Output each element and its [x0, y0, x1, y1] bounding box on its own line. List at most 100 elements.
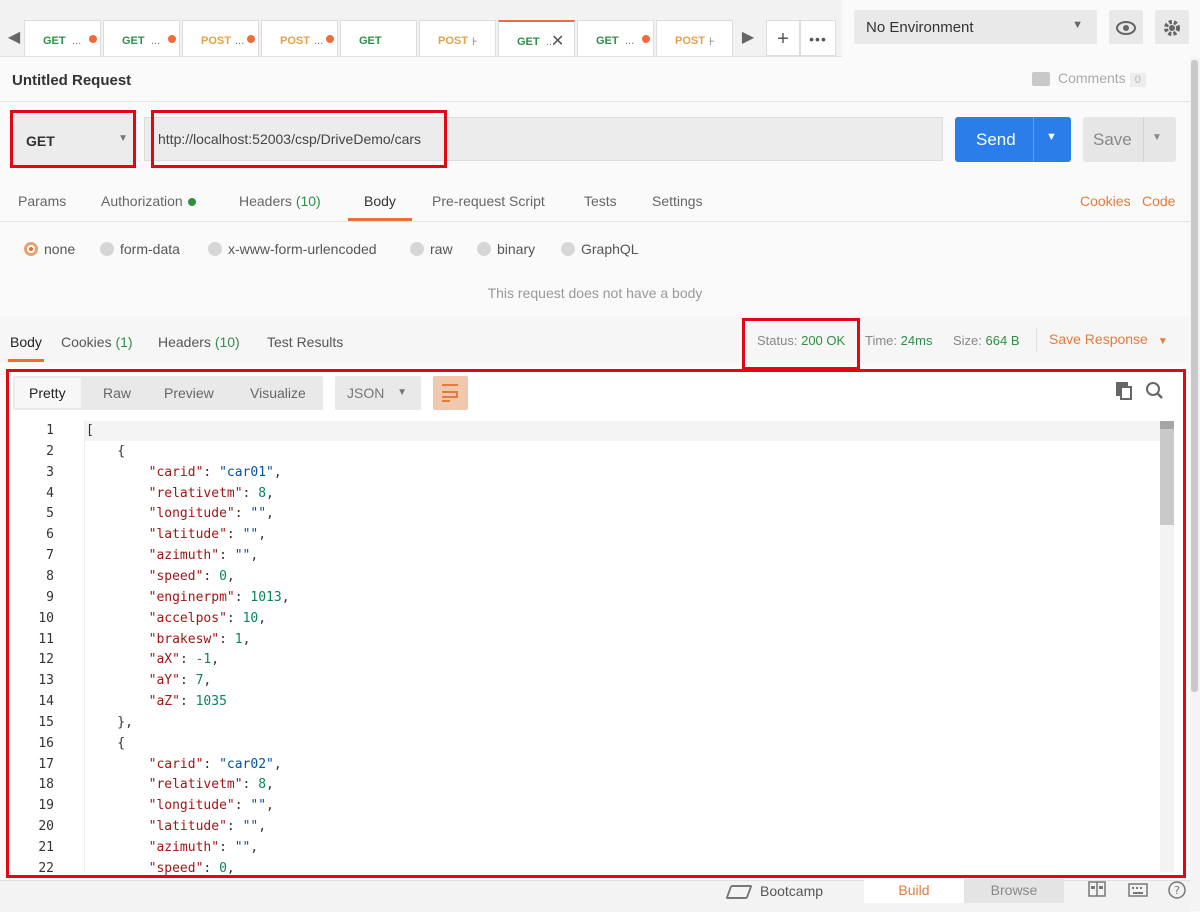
- keyboard-icon[interactable]: [1128, 881, 1148, 901]
- code-line: "latitude": "",: [148, 527, 267, 542]
- scroll-tabs-right-icon[interactable]: ▶: [734, 20, 762, 56]
- close-icon[interactable]: ✕: [551, 31, 564, 51]
- new-tab-button[interactable]: +: [766, 20, 800, 56]
- status-dot-icon: [187, 198, 196, 207]
- tab-prerequest-script[interactable]: Pre-request Script: [432, 193, 545, 209]
- build-mode-button[interactable]: Build: [864, 879, 964, 903]
- line-number: 17: [38, 757, 54, 772]
- code-line: "azimuth": "",: [148, 840, 259, 855]
- save-response-label: Save Response: [1049, 331, 1148, 347]
- graduation-cap-icon: [725, 885, 753, 900]
- code-line: "enginerpm": 1013,: [148, 590, 290, 605]
- request-tab[interactable]: GET...: [103, 20, 180, 56]
- line-number: 16: [38, 736, 54, 751]
- radio-raw[interactable]: raw: [410, 241, 453, 257]
- request-tab[interactable]: GET: [340, 20, 417, 56]
- response-tab-test-results[interactable]: Test Results: [267, 334, 343, 350]
- copy-icon[interactable]: [1120, 386, 1132, 400]
- send-button[interactable]: Send ▼: [955, 117, 1071, 162]
- view-preview[interactable]: Preview: [164, 385, 214, 401]
- code-line: "carid": "car02",: [148, 757, 282, 772]
- response-tab-body[interactable]: Body: [10, 334, 42, 350]
- request-tab[interactable]: POST...: [182, 20, 259, 56]
- radio-urlencoded[interactable]: x-www-form-urlencoded: [208, 241, 377, 257]
- request-title[interactable]: Untitled Request: [12, 72, 131, 89]
- request-tab[interactable]: GET...: [24, 20, 101, 56]
- view-visualize[interactable]: Visualize: [250, 385, 306, 401]
- bootcamp-button[interactable]: Bootcamp: [725, 883, 823, 900]
- code-link[interactable]: Code: [1142, 193, 1175, 209]
- tab-body[interactable]: Body: [364, 193, 396, 209]
- save-response-button[interactable]: Save Response ▼: [1049, 331, 1168, 347]
- radio-form-data[interactable]: form-data: [100, 241, 180, 257]
- code-line: "brakesw": 1,: [148, 632, 251, 647]
- editor-scrollbar-top: [1160, 421, 1174, 429]
- divider: [0, 221, 1190, 222]
- time-label: Time:: [865, 333, 898, 348]
- request-tab[interactable]: POST ⊦: [419, 20, 496, 56]
- line-number: 6: [46, 527, 54, 542]
- save-button[interactable]: Save ▼: [1083, 117, 1176, 162]
- response-tab-cookies[interactable]: Cookies (1): [61, 334, 133, 350]
- eye-icon[interactable]: [1109, 10, 1143, 44]
- line-number: 8: [46, 569, 54, 584]
- comments-button[interactable]: Comments 0: [1032, 70, 1146, 87]
- request-tab-name: ...: [625, 35, 635, 47]
- unsaved-dot-icon: [168, 35, 176, 43]
- request-tab[interactable]: POST ⊦: [656, 20, 733, 56]
- request-tab[interactable]: GET... ✕: [498, 20, 575, 56]
- request-tab[interactable]: POST...: [261, 20, 338, 56]
- help-icon[interactable]: ?: [1168, 881, 1186, 903]
- line-number: 11: [38, 632, 54, 647]
- window-scrollbar-thumb[interactable]: [1191, 60, 1198, 692]
- more-tabs-icon[interactable]: •••: [800, 20, 836, 56]
- method-select[interactable]: GET ▼: [10, 110, 136, 168]
- request-tab[interactable]: GET...: [577, 20, 654, 56]
- wrap-icon: [442, 391, 458, 398]
- radio-graphql[interactable]: GraphQL: [561, 241, 639, 257]
- code-line: "aZ": 1035: [148, 694, 227, 709]
- method-select-value: GET: [26, 133, 55, 149]
- view-pretty[interactable]: Pretty: [29, 385, 66, 401]
- comments-label: Comments: [1058, 70, 1126, 86]
- environment-select[interactable]: No Environment ▼: [854, 10, 1097, 44]
- status-highlight-box: [742, 318, 860, 370]
- time-indicator[interactable]: Time: 24ms: [865, 333, 932, 348]
- radio-binary[interactable]: binary: [477, 241, 535, 257]
- browse-mode-button[interactable]: Browse: [964, 879, 1064, 903]
- chevron-down-icon[interactable]: ▼: [1046, 131, 1057, 143]
- unsaved-dot-icon: [247, 35, 255, 43]
- unsaved-dot-icon: [89, 35, 97, 43]
- size-indicator[interactable]: Size: 664 B: [953, 333, 1020, 348]
- request-tab-method: GET: [43, 35, 66, 47]
- tab-settings[interactable]: Settings: [652, 193, 703, 209]
- tab-authorization[interactable]: Authorization: [101, 193, 196, 209]
- tab-params[interactable]: Params: [18, 193, 66, 209]
- line-number: 5: [46, 506, 54, 521]
- code-line: "speed": 0,: [148, 861, 235, 876]
- code-line: {: [86, 444, 126, 459]
- code-line: "aY": 7,: [148, 673, 212, 688]
- response-tab-cookies-count: (1): [115, 334, 133, 350]
- size-label: Size:: [953, 333, 982, 348]
- view-raw[interactable]: Raw: [103, 385, 131, 401]
- radio-none[interactable]: none: [24, 241, 75, 257]
- format-select[interactable]: JSON ▼: [335, 376, 421, 410]
- two-pane-view-icon[interactable]: [1088, 881, 1106, 901]
- chevron-down-icon: ▼: [397, 387, 407, 398]
- line-number: 22: [38, 861, 54, 876]
- response-tab-headers[interactable]: Headers (10): [158, 334, 240, 350]
- request-tab-name: ...: [72, 35, 82, 47]
- wrap-lines-button[interactable]: [433, 376, 468, 410]
- tab-headers[interactable]: Headers (10): [239, 193, 321, 209]
- search-icon[interactable]: [1146, 381, 1163, 401]
- editor-scrollbar-thumb[interactable]: [1160, 421, 1174, 525]
- gear-icon[interactable]: [1155, 10, 1189, 44]
- cookies-link[interactable]: Cookies: [1080, 193, 1131, 209]
- request-tab-name: ...: [235, 35, 245, 47]
- current-line-highlight: [85, 421, 1160, 441]
- chevron-down-icon[interactable]: ▼: [1152, 132, 1162, 143]
- code-line: "azimuth": "",: [148, 548, 259, 563]
- tab-tests[interactable]: Tests: [584, 193, 617, 209]
- code-line: {: [86, 736, 126, 751]
